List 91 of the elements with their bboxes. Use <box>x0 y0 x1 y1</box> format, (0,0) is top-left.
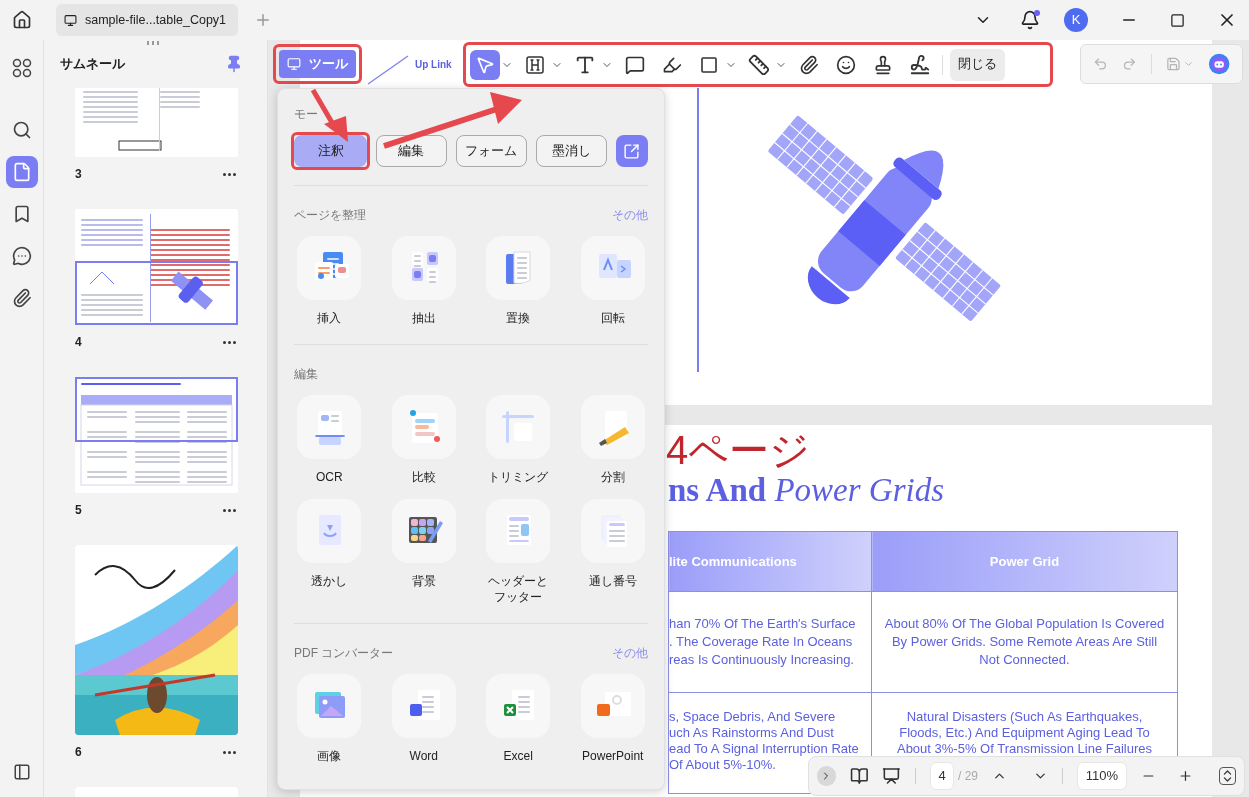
tools-icon <box>287 57 301 71</box>
menu-tool[interactable]: 画像 <box>282 674 377 764</box>
table-cell: About 80% Of The Global Population Is Covered By Power Grids. Some Remote Areas Are Still Not Connected. <box>871 591 1178 693</box>
tool-label: 置換 <box>505 310 532 326</box>
page-number: 5 <box>75 502 82 519</box>
heading-icon <box>525 54 545 75</box>
page-number: 3 <box>75 166 82 183</box>
open-external-icon <box>623 142 641 160</box>
page-title: ns And Power Grids <box>668 471 944 509</box>
avatar[interactable]: K <box>1064 8 1088 32</box>
mode-button[interactable]: 墨消し <box>535 135 607 167</box>
maximize-icon[interactable] <box>1170 12 1185 28</box>
more-icon[interactable] <box>223 508 236 512</box>
tool-label: ヘッダーとフッター <box>487 573 550 605</box>
rectangle-icon <box>700 55 718 74</box>
pin-icon[interactable] <box>225 55 243 73</box>
panel-icon[interactable] <box>12 763 31 781</box>
section-label: モー <box>293 106 319 123</box>
fit-page-icon[interactable] <box>1219 767 1236 785</box>
menu-tool[interactable]: 通し番号 <box>565 499 660 605</box>
diagram-label: Up Link <box>415 58 452 72</box>
stamp-icon <box>873 54 893 75</box>
comment-icon <box>625 54 645 75</box>
tool-label: PowerPoint <box>581 748 645 764</box>
menu-tool[interactable]: 抽出 <box>376 236 471 326</box>
more-icon[interactable] <box>223 750 236 754</box>
handwritten-annotation: 4ページ <box>666 429 811 471</box>
menu-tool[interactable]: トリミング <box>471 395 566 485</box>
page-input[interactable]: 4 <box>930 762 954 790</box>
page-number: 6 <box>75 744 82 761</box>
tool-label: 分割 <box>599 469 626 485</box>
ruler-icon <box>748 53 770 76</box>
presentation-icon[interactable] <box>882 766 902 786</box>
drag-handle-icon[interactable] <box>147 41 159 45</box>
tool-label: 回転 <box>599 310 626 326</box>
section-label: 編集 <box>294 366 318 383</box>
bell-icon[interactable] <box>1020 10 1040 30</box>
more-icon[interactable] <box>223 172 236 176</box>
menu-tool[interactable]: Word <box>376 674 471 764</box>
section-label: ページを整理 <box>294 207 366 224</box>
mode-button[interactable]: フォーム <box>456 135 527 167</box>
tool-label: 挿入 <box>316 310 343 326</box>
table-cell: han 70% Of The Earth's Surface . The Coverage Rate In Oceans reas Is Continuously Increasing. <box>668 591 872 693</box>
menu-tool[interactable]: 分割 <box>565 395 660 485</box>
menu-tool[interactable]: 透かし <box>282 499 377 605</box>
menu-tool[interactable]: ヘッダーとフッター <box>471 499 566 605</box>
panel-title: サムネール <box>60 55 125 74</box>
close-button[interactable]: 閉じる <box>950 48 1005 81</box>
two-page-icon[interactable] <box>849 766 869 786</box>
page-icon[interactable] <box>5 156 38 188</box>
tool-label: 透かし <box>310 573 349 589</box>
signature-icon <box>909 53 931 76</box>
tool-label: トリミング <box>487 469 550 485</box>
expand-icon[interactable] <box>817 766 836 786</box>
home-icon[interactable] <box>12 10 32 30</box>
section-label: PDF コンバーター <box>294 645 394 662</box>
page-thumbnail[interactable] <box>75 209 238 325</box>
paperclip-icon <box>799 54 819 75</box>
document-tab[interactable]: sample-file...table_Copy1 <box>56 4 238 36</box>
zoom-field[interactable]: 110% <box>1076 762 1128 790</box>
tool-label: 画像 <box>316 748 343 764</box>
page-thumbnail[interactable] <box>75 377 238 493</box>
tool-label: Word <box>408 748 439 764</box>
mode-button[interactable]: 注釈 <box>294 135 367 167</box>
menu-tool[interactable]: 回転 <box>565 236 660 326</box>
tool-label: 背景 <box>410 573 437 589</box>
assistant-icon[interactable] <box>1207 52 1230 76</box>
tool-label: 通し番号 <box>587 573 638 589</box>
tool-label: Excel <box>502 748 534 764</box>
column-header: Power Grid <box>871 531 1178 592</box>
connector-line <box>366 54 410 86</box>
menu-tool[interactable]: 比較 <box>376 395 471 485</box>
menu-tool[interactable]: Excel <box>471 674 566 764</box>
highlighter-icon <box>662 54 682 75</box>
menu-tool[interactable]: 背景 <box>376 499 471 605</box>
menu-tool[interactable]: 置換 <box>471 236 566 326</box>
menu-tool[interactable]: OCR <box>282 395 377 485</box>
mode-button[interactable]: 編集 <box>376 135 447 167</box>
smiley-sticker-icon <box>836 54 856 75</box>
tool-label: 比較 <box>410 469 437 485</box>
tool-label: 抽出 <box>410 310 437 326</box>
tool-label: OCR <box>314 469 344 485</box>
page-count: / 29 <box>958 768 978 785</box>
menu-tool[interactable]: 挿入 <box>282 236 377 326</box>
tab-title: sample-file...table_Copy1 <box>85 11 227 29</box>
more-icon[interactable] <box>223 340 236 344</box>
monitor-icon <box>64 13 77 27</box>
open-external-button[interactable] <box>615 135 648 167</box>
page-number: 4 <box>75 334 82 351</box>
menu-tool[interactable]: PowerPoint <box>565 674 660 764</box>
column-header: lite Communications <box>668 531 872 592</box>
